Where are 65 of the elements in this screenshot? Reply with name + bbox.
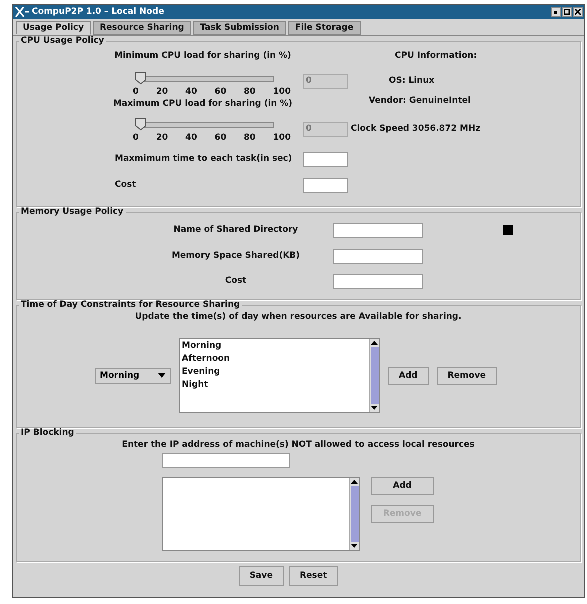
action-button[interactable]: Add [388, 366, 429, 384]
slider-label: Minimum CPU load for sharing (in %) [114, 51, 292, 61]
section-title: CPU Usage Policy [20, 36, 106, 46]
vendor-label: Vendor: GenuineIntel [369, 96, 472, 106]
tick-label: 20 [156, 87, 168, 97]
field-label: Memory Space Shared(KB) [170, 251, 302, 261]
tick-label: 60 [214, 133, 227, 143]
field-label: Cost [115, 180, 138, 190]
input-field[interactable] [333, 248, 423, 264]
x-logo-icon [15, 7, 29, 17]
section-title: Time of Day Constraints for Resource Sharing [20, 300, 242, 310]
instruction-text: Enter the IP address of machine(s) NOT allowed to access local resources [121, 440, 476, 450]
footer-button[interactable]: Save [238, 566, 284, 586]
list-item[interactable]: Afternoon [182, 353, 367, 366]
down-arrow-icon [350, 542, 359, 550]
scrollbar[interactable] [369, 339, 379, 412]
up-arrow-icon [370, 339, 379, 347]
tab[interactable]: Resource Sharing [92, 21, 192, 35]
square-icon [503, 225, 513, 235]
tick-label: 0 [133, 87, 139, 97]
cpu-info-heading: CPU Information: [395, 51, 478, 61]
field-label: Maxmimum time to each task(in sec) [115, 154, 294, 164]
slider-label: Maximum CPU load for sharing (in %) [112, 99, 294, 109]
tick-label: 80 [244, 87, 256, 97]
clock-speed-label: Clock Speed 3056.872 MHz [351, 124, 482, 134]
down-arrow-icon [370, 404, 379, 412]
minimize-button[interactable] [551, 7, 561, 17]
footer-button[interactable]: Reset [288, 566, 338, 586]
list-item[interactable]: Night [182, 379, 367, 392]
instruction-text: Update the time(s) of day when resources are Available for sharing. [134, 312, 463, 322]
section-title: Memory Usage Policy [20, 207, 125, 217]
ip-address-field[interactable] [162, 453, 290, 468]
action-button[interactable]: Remove [436, 366, 498, 384]
tab[interactable]: Task Submission [193, 21, 286, 35]
field-label: Cost [224, 276, 248, 286]
tick-label: 80 [244, 133, 256, 143]
section-title: IP Blocking [20, 428, 76, 438]
minimize-icon [553, 9, 559, 15]
tick-label: 0 [133, 133, 139, 143]
window-title: CompuP2P 1.0 – Local Node [32, 7, 164, 17]
tab[interactable]: Usage Policy [16, 21, 91, 35]
maximize-icon [564, 9, 570, 15]
list-item[interactable]: Evening [182, 366, 367, 379]
input-field[interactable] [333, 222, 423, 238]
tick-label: 20 [156, 133, 168, 143]
up-arrow-icon [350, 478, 359, 486]
tick-label: 40 [186, 87, 198, 97]
input-field[interactable] [333, 274, 423, 288]
action-button[interactable]: Add [371, 477, 434, 495]
tick-label: 60 [214, 87, 227, 97]
list-item[interactable]: Morning [182, 340, 367, 353]
field-label: Name of Shared Directory [172, 225, 300, 235]
tick-label: 100 [273, 133, 291, 143]
close-button[interactable] [573, 7, 583, 17]
caret-icon [158, 373, 166, 378]
input-field[interactable] [303, 152, 348, 166]
input-field[interactable] [303, 178, 348, 192]
tick-label: 40 [186, 133, 198, 143]
time-dropdown[interactable]: Morning [95, 368, 171, 384]
close-icon [575, 9, 581, 15]
os-label: OS: Linux [389, 76, 436, 86]
tab[interactable]: File Storage [288, 21, 361, 35]
maximize-button[interactable] [562, 7, 572, 17]
tick-label: 100 [273, 87, 291, 97]
scrollbar[interactable] [349, 478, 359, 550]
